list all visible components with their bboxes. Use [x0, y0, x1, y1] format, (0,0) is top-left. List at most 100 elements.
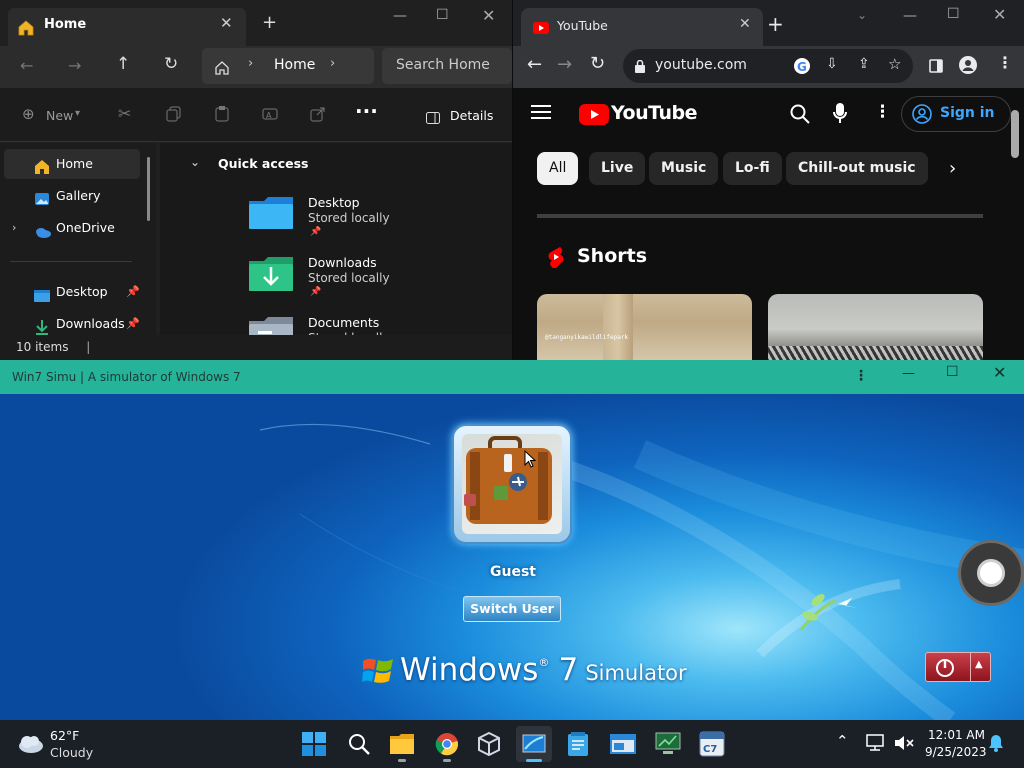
close-window-icon[interactable]: ✕ [482, 6, 495, 25]
cloudy-weather-icon[interactable] [16, 732, 44, 758]
new-button[interactable]: New [46, 108, 73, 123]
close-window-icon[interactable]: ✕ [993, 363, 1006, 382]
chevron-right-icon[interactable]: › [949, 158, 956, 179]
copy-icon[interactable] [166, 106, 182, 126]
install-app-icon[interactable]: ⇩ [826, 56, 838, 72]
search-icon[interactable] [790, 104, 810, 128]
chip-chill-out-music[interactable]: Chill-out music [786, 152, 928, 185]
volume-muted-icon[interactable] [894, 734, 914, 756]
google-lens-icon[interactable]: G [793, 57, 811, 79]
microphone-icon[interactable] [833, 103, 847, 127]
sidebar-item-gallery[interactable]: Gallery [4, 181, 140, 211]
chrome-tab-youtube[interactable]: YouTube ✕ [521, 8, 763, 46]
taskbar-notepad[interactable] [560, 726, 596, 762]
shutdown-options-arrow-icon[interactable]: ▲ [975, 659, 983, 670]
short-video-thumbnail-1[interactable]: @tanganyikawildlifepark [537, 294, 752, 360]
chip-all[interactable]: All [537, 152, 579, 185]
rename-icon[interactable]: A [262, 106, 278, 126]
omnibox[interactable]: youtube.com G ⇩ ⇪ ☆ [623, 49, 913, 83]
floating-touch-button[interactable] [958, 540, 1024, 606]
chevron-right-icon[interactable]: › [330, 56, 335, 71]
page-scrollbar[interactable] [1011, 110, 1019, 158]
taskbar-virtualbox[interactable] [471, 726, 507, 762]
cut-icon[interactable]: ✂ [118, 104, 131, 123]
sign-in-button[interactable]: Sign in [901, 96, 1011, 132]
quick-access-item-downloads[interactable]: Downloads Stored locally 📌 [248, 249, 498, 305]
minimize-icon[interactable]: — [903, 8, 917, 24]
share-icon[interactable] [310, 106, 326, 126]
taskbar-search-button[interactable] [341, 726, 377, 762]
start-button[interactable] [296, 726, 332, 762]
taskbar-chrome[interactable] [429, 726, 465, 762]
new-tab-button[interactable]: + [262, 12, 277, 33]
up-arrow-icon[interactable]: ↑ [116, 54, 130, 74]
address-bar[interactable]: › Home › [202, 48, 374, 84]
url-text[interactable]: youtube.com [655, 57, 747, 73]
sidebar-item-desktop[interactable]: Desktop 📌 [4, 277, 140, 307]
forward-arrow-icon[interactable]: → [557, 54, 572, 75]
thumbnail-detail [603, 294, 633, 360]
chevron-right-icon: › [248, 56, 254, 71]
details-button[interactable]: Details [450, 108, 493, 123]
new-tab-button[interactable]: + [767, 12, 784, 36]
youtube-more-icon[interactable]: ⋮ [874, 102, 891, 122]
short-video-thumbnail-2[interactable] [768, 294, 983, 360]
chevron-up-icon[interactable]: ⌃ [836, 732, 849, 750]
user-tile[interactable] [452, 424, 572, 544]
taskbar-file-explorer[interactable] [384, 726, 420, 762]
address-crumb-home[interactable]: Home [274, 57, 315, 73]
search-input[interactable]: Search Home [382, 48, 512, 84]
sidebar-item-home[interactable]: Home [4, 149, 140, 179]
sidebar-item-onedrive[interactable]: › OneDrive [4, 213, 140, 243]
lock-icon[interactable] [635, 58, 645, 77]
taskbar-win7-simu[interactable] [516, 726, 552, 762]
maximize-icon[interactable]: ☐ [436, 7, 449, 23]
chip-lofi[interactable]: Lo-fi [723, 152, 782, 185]
back-arrow-icon[interactable]: ← [20, 56, 33, 75]
bookmark-star-icon[interactable]: ☆ [888, 55, 901, 73]
close-tab-icon[interactable]: ✕ [739, 16, 751, 32]
pin-icon[interactable]: 📌 [126, 277, 140, 307]
forward-arrow-icon[interactable]: → [68, 56, 81, 75]
side-panel-icon[interactable] [929, 58, 943, 77]
section-title[interactable]: Quick access [218, 156, 309, 171]
explorer-tab-home[interactable]: Home ✕ [8, 8, 246, 46]
chrome-menu-icon[interactable]: ⋮ [997, 53, 1013, 72]
simu-title-bar[interactable]: Win7 Simu | A simulator of Windows 7 ⋮ —… [0, 360, 1024, 394]
back-arrow-icon[interactable]: ← [527, 54, 542, 75]
reload-icon[interactable]: ↻ [590, 53, 605, 74]
refresh-icon[interactable]: ↻ [164, 54, 178, 74]
taskbar-remote-desktop[interactable] [650, 726, 686, 762]
close-window-icon[interactable]: ✕ [993, 5, 1006, 24]
more-options-icon[interactable]: ··· [355, 99, 378, 123]
chip-music[interactable]: Music [649, 152, 719, 185]
paste-icon[interactable] [214, 106, 230, 126]
chevron-down-icon[interactable]: ⌄ [190, 155, 200, 169]
chevron-right-icon[interactable]: › [12, 213, 16, 243]
quick-access-item-desktop[interactable]: Desktop Stored locally 📌 [248, 189, 498, 245]
maximize-icon[interactable]: ☐ [946, 364, 959, 380]
clock-date[interactable]: 9/25/2023 [925, 745, 987, 759]
taskbar-window-app[interactable] [605, 726, 641, 762]
tab-search-icon[interactable]: ⌄ [857, 8, 867, 22]
weather-condition[interactable]: Cloudy [50, 745, 93, 760]
sidebar-scrollbar[interactable] [147, 157, 150, 221]
window-menu-icon[interactable]: ⋮ [854, 368, 868, 384]
share-icon[interactable]: ⇪ [858, 56, 870, 72]
maximize-icon[interactable]: ☐ [947, 6, 960, 22]
switch-user-button[interactable]: Switch User [463, 596, 561, 622]
hamburger-menu-icon[interactable] [531, 104, 551, 124]
clock-time[interactable]: 12:01 AM [928, 728, 985, 742]
minimize-icon[interactable]: — [393, 8, 407, 24]
close-tab-icon[interactable]: ✕ [220, 14, 233, 32]
taskbar-calculator-app[interactable]: C7 [694, 726, 730, 762]
weather-temperature[interactable]: 62°F [50, 728, 79, 743]
youtube-logo-icon[interactable] [579, 104, 609, 129]
minimize-icon[interactable]: — [902, 366, 915, 381]
chip-live[interactable]: Live [589, 152, 646, 185]
power-icon[interactable] [934, 657, 956, 683]
notification-bell-icon[interactable] [988, 734, 1004, 756]
youtube-logo-text[interactable]: YouTube [611, 102, 697, 124]
network-icon[interactable] [866, 734, 886, 756]
profile-icon[interactable] [959, 56, 977, 78]
